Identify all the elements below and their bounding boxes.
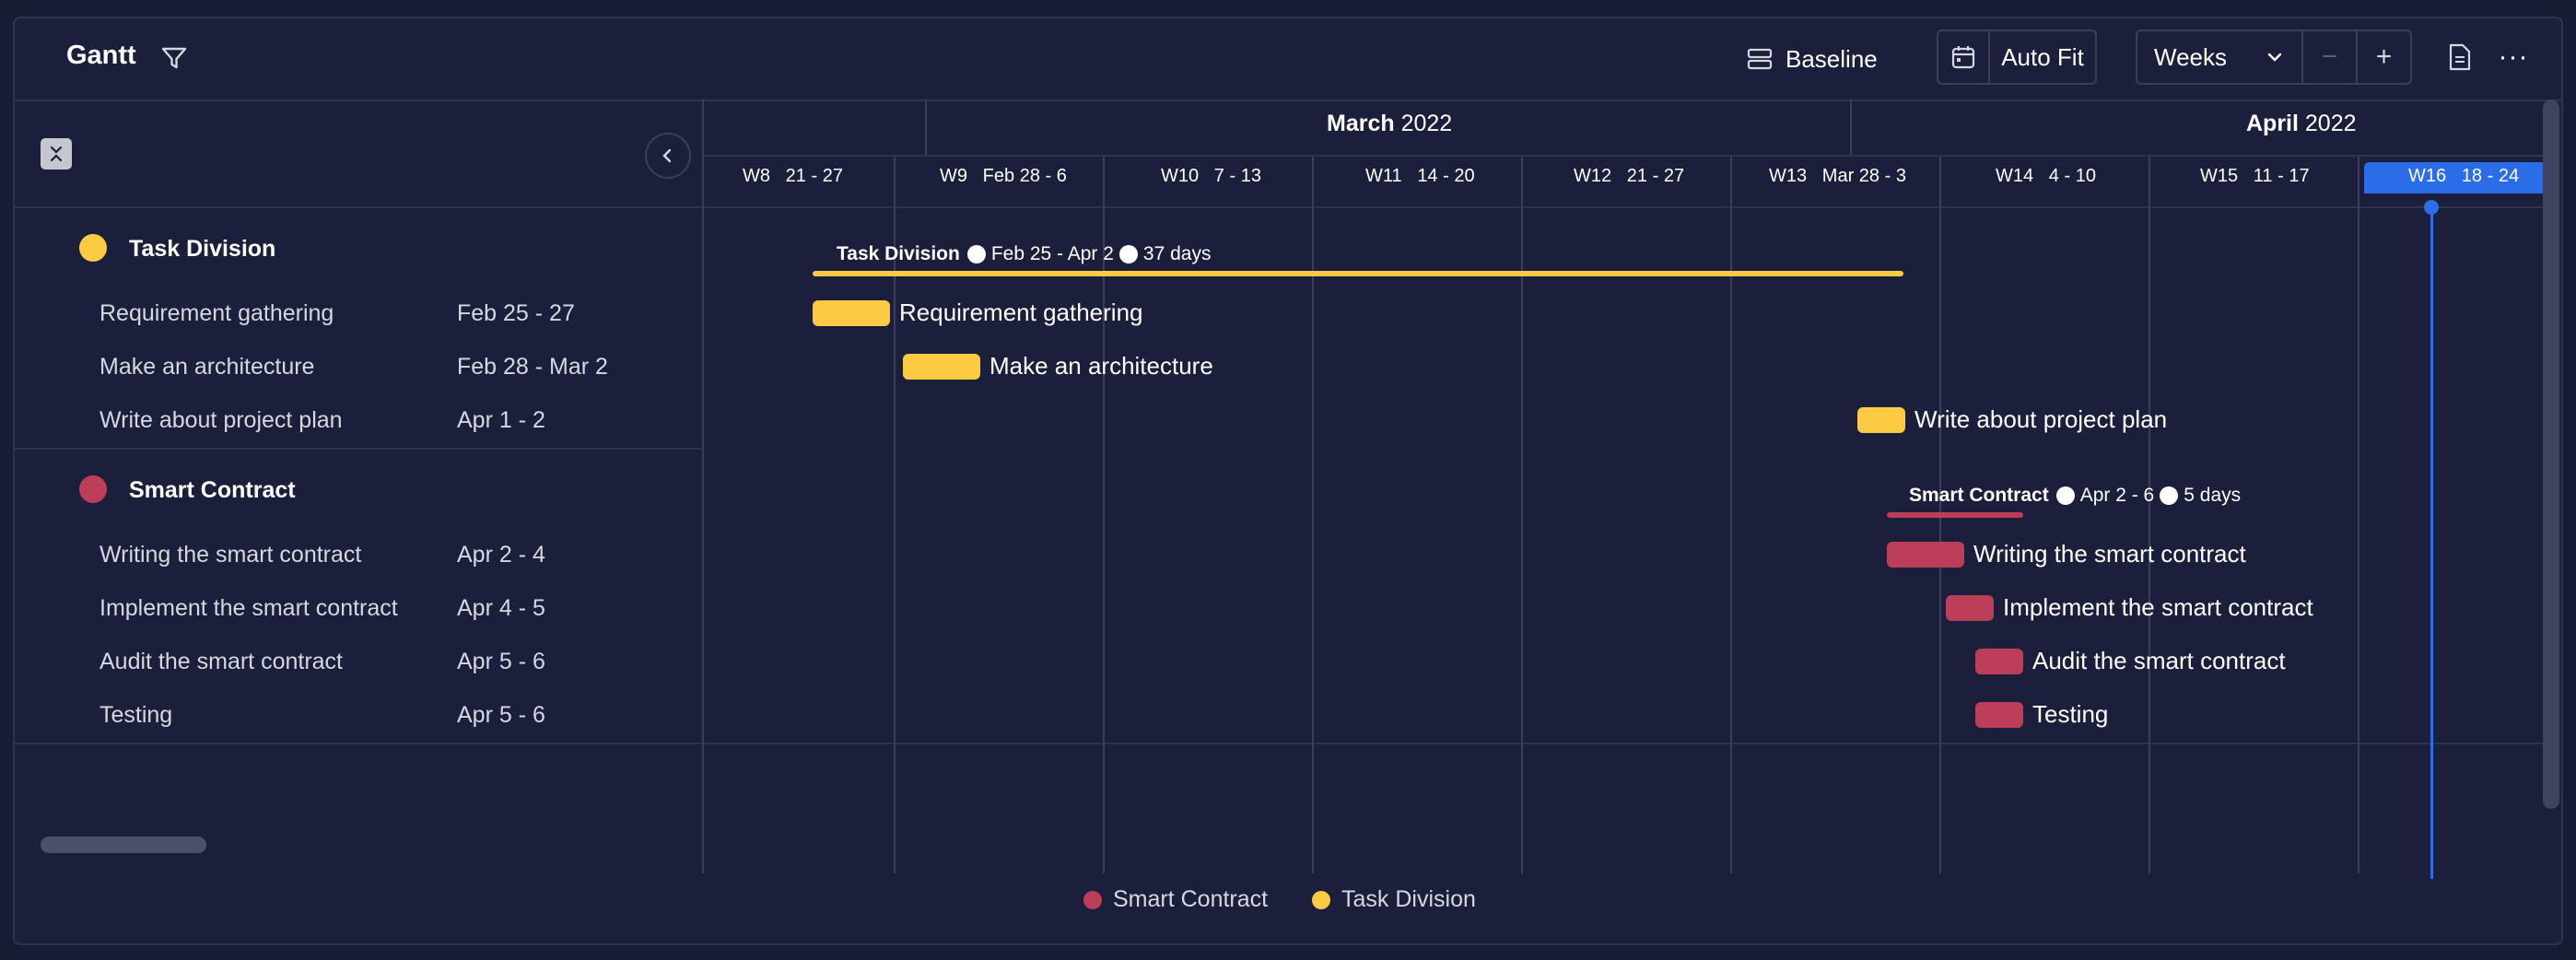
week-gridline [2149,157,2150,873]
task-name[interactable]: Requirement gathering [100,300,334,327]
filter-icon[interactable] [158,42,190,74]
zoom-value: Weeks [2154,42,2227,71]
task-bar[interactable] [1975,702,2023,728]
task-bar-label: Testing [2032,700,2109,728]
task-name[interactable]: Implement the smart contract [100,595,398,622]
collapse-all-button[interactable] [41,138,72,170]
week-label: W13 Mar 28 - 3 [1769,166,1906,186]
task-bar[interactable] [1975,649,2023,674]
week-label: W12 21 - 27 [1574,166,1685,186]
week-label: W11 14 - 20 [1365,166,1475,186]
autofit-button[interactable]: Auto Fit [1990,31,2095,83]
zoom-controls: Weeks − + [2136,29,2412,85]
group-color-dot [79,475,107,503]
today-marker [2424,200,2439,215]
week-label-current: W16 18 - 24 [2408,166,2520,186]
week-label: W9 Feb 28 - 6 [940,166,1067,186]
task-bar-label: Write about project plan [1914,405,2168,433]
legend-label: Task Division [1341,886,1476,912]
group-span-bar[interactable] [813,271,1903,276]
task-bar-label: Make an architecture [989,352,1213,380]
group-title[interactable]: Task Division [129,236,275,263]
column-header-divider [15,206,2548,208]
collapse-icon [50,146,63,162]
group-summary: Task Division Feb 25 - Apr 2 37 days [837,243,1212,264]
task-name[interactable]: Make an architecture [100,354,314,380]
document-icon [2449,43,2471,71]
today-line [2430,206,2433,879]
gantt-widget: Gantt Baseline Auto Fit Weeks − + ··· Ta… [13,17,2563,945]
chevron-down-icon [2267,53,2282,62]
header-divider [15,100,2561,101]
week-label: W14 4 - 10 [1996,166,2096,186]
group-title[interactable]: Smart Contract [129,477,296,504]
task-bar[interactable] [813,300,890,326]
task-date: Apr 1 - 2 [457,407,545,433]
task-date: Feb 25 - 27 [457,300,575,326]
legend-item: Task Division [1312,886,1476,913]
zoom-out-button[interactable]: − [2303,31,2358,83]
pane-divider [702,100,704,873]
month-row-divider [704,155,2547,157]
task-bar[interactable] [1887,542,1964,568]
task-bar-label: Implement the smart contract [2003,593,2313,621]
task-name[interactable]: Audit the smart contract [100,649,343,675]
task-bar[interactable] [903,354,980,380]
group-divider [15,448,704,450]
task-bar[interactable] [1857,407,1905,433]
group-divider [15,743,2548,744]
autofit-group: Auto Fit [1937,29,2097,85]
task-date: Apr 4 - 5 [457,595,545,621]
month-divider [1850,100,1852,155]
month-label: April 2022 [2246,111,2357,136]
zoom-in-button[interactable]: + [2358,31,2410,83]
calendar-icon [1951,46,1975,69]
calendar-button[interactable] [1938,31,1990,83]
week-gridline [1730,157,1732,873]
task-date: Apr 5 - 6 [457,702,545,728]
horizontal-scrollbar[interactable] [41,837,206,853]
legend-dot [1083,890,1102,909]
chevron-left-icon [662,148,672,163]
task-bar-label: Audit the smart contract [2032,647,2286,674]
week-gridline [2358,157,2359,873]
week-gridline [1312,157,1314,873]
task-bar-label: Requirement gathering [899,299,1143,326]
widget-title: Gantt [66,41,136,70]
legend-label: Smart Contract [1113,886,1269,912]
vertical-scrollbar[interactable] [2543,100,2559,809]
group-color-dot [79,234,107,262]
week-gridline [1521,157,1523,873]
month-label: March 2022 [1327,111,1453,136]
baseline-label: Baseline [1786,44,1878,73]
baseline-icon [1747,48,1773,70]
task-name[interactable]: Writing the smart contract [100,542,361,568]
baseline-button[interactable]: Baseline [1747,39,1878,79]
task-date: Feb 28 - Mar 2 [457,354,608,380]
group-span-bar[interactable] [1887,512,2023,518]
month-divider [925,100,927,155]
task-name[interactable]: Testing [100,702,172,729]
gantt-header: Gantt Baseline Auto Fit Weeks − + ··· [15,18,2561,100]
group-summary: Smart Contract Apr 2 - 65 days [1909,485,2242,506]
legend-item: Smart Contract [1083,886,1268,913]
week-label: W15 11 - 17 [2200,166,2310,186]
collapse-pane-button[interactable] [645,133,691,179]
task-date: Apr 2 - 4 [457,542,545,568]
more-options-button[interactable]: ··· [2493,39,2534,76]
task-bar[interactable] [1946,595,1994,621]
task-date: Apr 5 - 6 [457,649,545,674]
task-bar-label: Writing the smart contract [1973,540,2246,568]
task-name[interactable]: Write about project plan [100,407,343,434]
export-button[interactable] [2441,39,2478,76]
zoom-select[interactable]: Weeks [2137,31,2303,83]
week-label: W10 7 - 13 [1161,166,1261,186]
week-label: W8 21 - 27 [743,166,843,186]
legend-dot [1312,890,1330,909]
